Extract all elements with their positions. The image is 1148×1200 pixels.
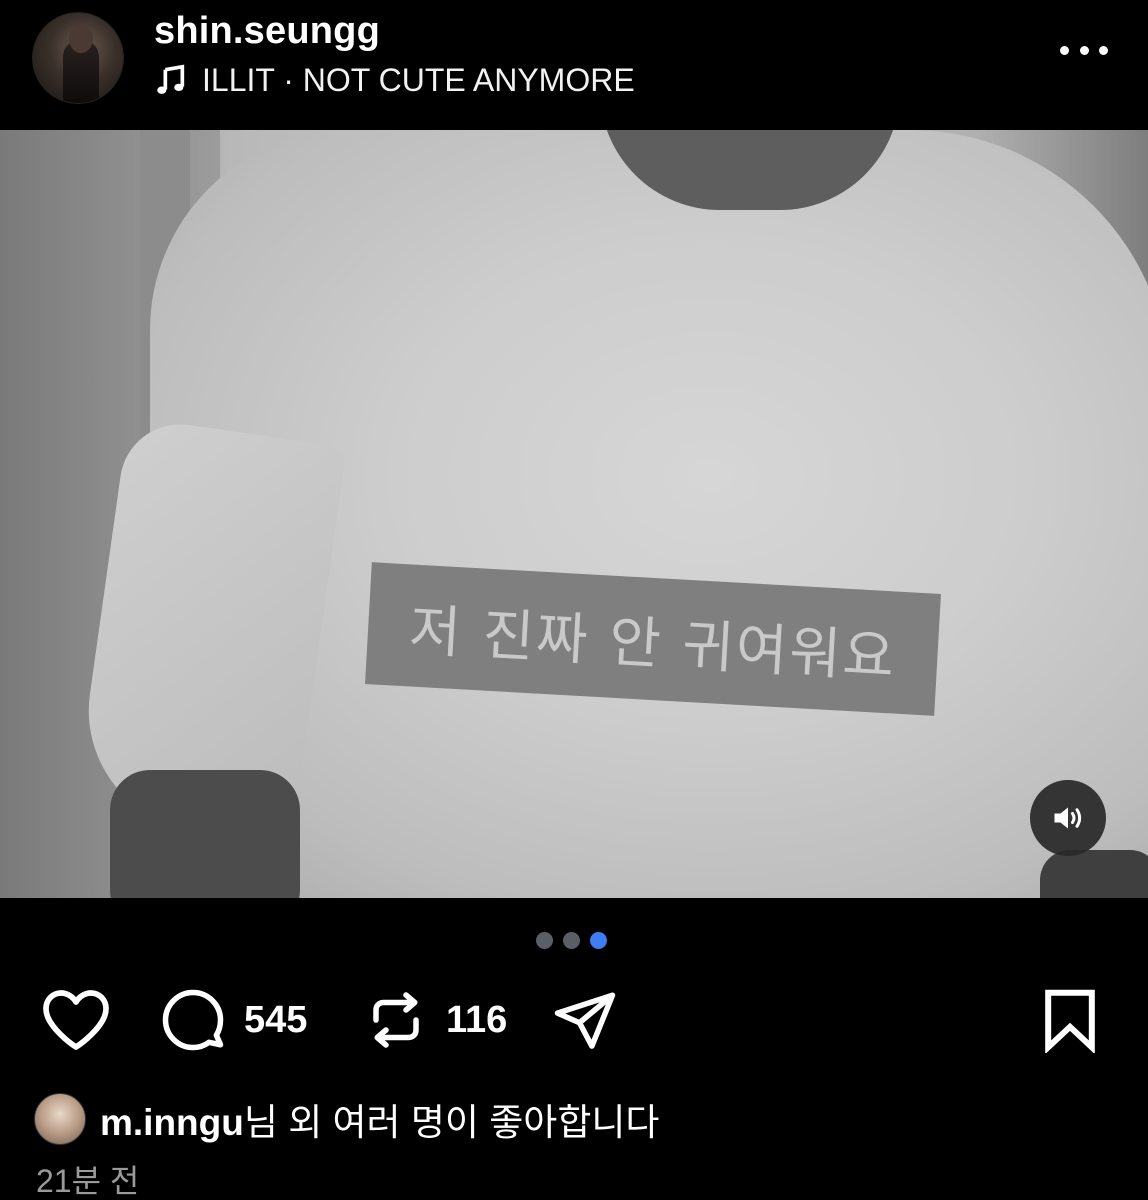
more-options-button[interactable] — [1060, 30, 1108, 70]
music-track-label: ILLIT · NOT CUTE ANYMORE — [202, 62, 635, 98]
more-dot — [1079, 45, 1089, 55]
profile-avatar[interactable] — [32, 12, 124, 104]
comment-button[interactable] — [160, 985, 226, 1055]
carousel-dot — [536, 932, 553, 949]
like-button[interactable] — [40, 985, 112, 1055]
right-arm — [1040, 850, 1148, 898]
carousel-dot-active — [590, 932, 607, 949]
avatar-head — [69, 25, 93, 53]
carousel-indicator — [536, 932, 607, 949]
music-note-icon — [157, 64, 185, 94]
post-action-bar: 545 116 — [0, 985, 1148, 1060]
music-track[interactable]: ILLIT · NOT CUTE ANYMORE — [154, 62, 635, 99]
more-dot — [1099, 45, 1108, 55]
share-button[interactable] — [552, 985, 618, 1055]
post-media-video[interactable]: 저 진짜 안 귀여워요 — [0, 130, 1148, 898]
bookmark-icon — [1045, 989, 1095, 1053]
more-horizontal-icon — [1060, 45, 1069, 55]
left-arm — [110, 770, 300, 898]
repost-button[interactable] — [366, 985, 426, 1055]
repost-icon — [373, 992, 419, 1048]
liker-avatar — [34, 1093, 86, 1145]
carousel-dot — [563, 932, 580, 949]
send-icon — [554, 992, 616, 1049]
bookmark-button[interactable] — [1040, 985, 1100, 1055]
comment-icon — [162, 989, 224, 1051]
likes-suffix: 님 외 여러 명이 좋아합니다 — [243, 1102, 660, 1143]
post-timestamp: 21분 전 — [36, 1163, 140, 1199]
likes-summary[interactable]: m.inngu님 외 여러 명이 좋아합니다 — [34, 1092, 659, 1146]
repost-count: 116 — [446, 999, 508, 1041]
speaker-icon — [1054, 807, 1082, 829]
post-username[interactable]: shin.seungg — [154, 10, 380, 53]
sound-toggle-button[interactable] — [1030, 780, 1106, 856]
comment-count: 545 — [244, 999, 308, 1041]
post-header: shin.seungg ILLIT · NOT CUTE ANYMORE — [0, 0, 1148, 130]
liker-username[interactable]: m.inngu — [100, 1102, 244, 1143]
heart-icon — [43, 990, 109, 1050]
